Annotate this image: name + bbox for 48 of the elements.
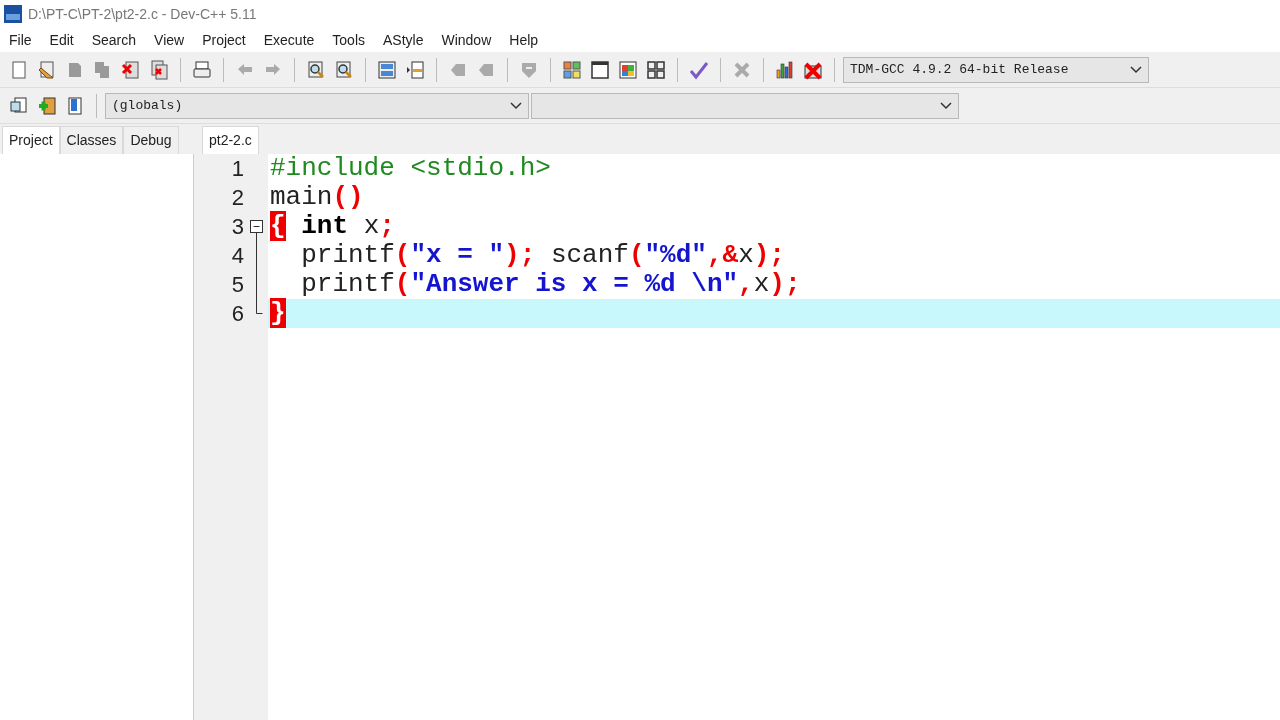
grid-icon xyxy=(562,59,582,80)
grid-icon xyxy=(646,59,666,80)
print-icon xyxy=(192,59,212,80)
app-icon xyxy=(4,5,22,23)
line-number: 1 xyxy=(230,155,244,183)
code-line: { int x; xyxy=(269,212,396,241)
search-icon xyxy=(334,59,354,80)
line-number: 2 xyxy=(230,184,244,212)
open-file-icon xyxy=(37,59,57,80)
menu-item[interactable]: Search xyxy=(82,29,146,51)
add-file-icon xyxy=(37,95,57,116)
window-icon xyxy=(590,59,610,80)
tab[interactable]: Classes xyxy=(59,126,124,154)
indent-icon xyxy=(405,59,425,80)
check-icon xyxy=(689,59,709,80)
line-number: 3 xyxy=(230,213,244,241)
tab[interactable]: Debug xyxy=(123,126,179,154)
menu-item[interactable]: View xyxy=(145,29,194,51)
project-icon xyxy=(9,95,29,116)
tab[interactable]: Project xyxy=(2,126,60,154)
menu-item[interactable]: Edit xyxy=(40,29,83,51)
fold-marker-drawing[interactable] xyxy=(250,220,263,314)
menu-item[interactable]: Execute xyxy=(254,29,324,51)
tab[interactable]: pt2-2.c xyxy=(202,126,259,154)
menu-item[interactable]: Help xyxy=(500,29,548,51)
menu-item[interactable]: File xyxy=(0,29,41,51)
compiler-select[interactable]: TDM-GCC 4.9.2 64-bit Release xyxy=(843,56,1149,83)
search-icon xyxy=(306,59,326,80)
book-icon xyxy=(65,95,85,116)
menu-item[interactable]: AStyle xyxy=(374,29,433,51)
bar-chart-icon xyxy=(775,59,795,80)
window-title: D:\PT-C\PT-2\pt2-2.c - Dev-C++ 5.11 xyxy=(28,4,257,24)
code-line: printf("x = "); scanf("%d",&x); xyxy=(300,241,786,270)
close-icon xyxy=(121,59,141,80)
layout-icon xyxy=(377,59,397,80)
code-line: #include <stdio.h> xyxy=(269,154,552,183)
code-line: printf("Answer is x = %d \n",x); xyxy=(300,270,802,299)
class-select[interactable]: (globals) xyxy=(105,92,529,119)
new-file-icon xyxy=(9,59,29,80)
menu-item[interactable]: Window xyxy=(432,29,501,51)
menu-item[interactable]: Tools xyxy=(323,29,374,51)
line-number: 4 xyxy=(230,242,244,270)
close-all-icon xyxy=(149,59,169,80)
window-icon xyxy=(618,59,638,80)
menu-item[interactable]: Project xyxy=(193,29,255,51)
line-number: 6 xyxy=(230,300,244,328)
code-line: main() xyxy=(269,183,365,212)
line-number: 5 xyxy=(230,271,244,299)
